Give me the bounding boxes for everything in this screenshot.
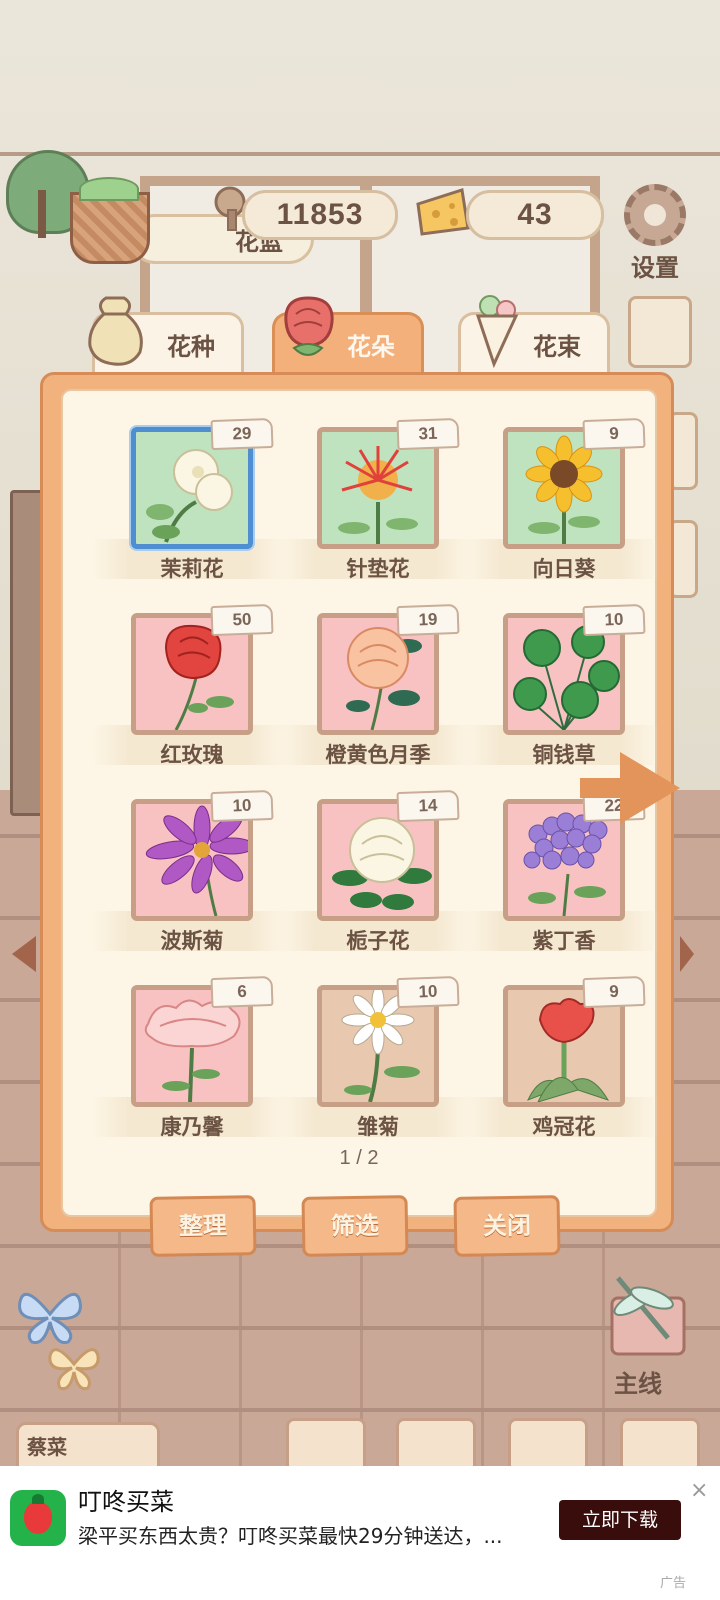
flower-name-label: 向日葵 <box>532 557 596 581</box>
flower-slot[interactable]: 19 橙黄色月季 <box>277 599 477 779</box>
flower-name-label: 栀子花 <box>346 929 410 953</box>
quest-paper-icon[interactable] <box>628 296 692 368</box>
seed-bag-icon <box>88 296 143 366</box>
flower-name-label: 橙黄色月季 <box>325 743 431 767</box>
basket-icon <box>70 177 150 264</box>
dock-recipe-label: 蔡菜 <box>27 1435 67 1459</box>
ad-download-button[interactable]: 立即下载 <box>559 1500 681 1540</box>
main-quest-button[interactable]: 主线 <box>598 1268 698 1398</box>
dock-basket-button[interactable] <box>508 1418 588 1471</box>
dock-trophy-button[interactable] <box>620 1418 700 1471</box>
cheese-counter: 43 <box>466 190 604 240</box>
flower-count-tag: 14 <box>396 789 460 823</box>
flower-name-label: 鸡冠花 <box>532 1115 596 1139</box>
tab-label: 花束 <box>533 333 581 361</box>
ad-marker: 广告 <box>660 1576 687 1591</box>
flower-count-tag: 10 <box>396 975 460 1009</box>
ad-close-icon[interactable]: × <box>690 1478 708 1503</box>
next-page-arrow-icon[interactable] <box>580 752 680 824</box>
yellow-butterfly-icon[interactable] <box>46 1338 102 1392</box>
tab-label: 花种 <box>167 333 215 361</box>
dock-shop-button[interactable] <box>396 1418 476 1471</box>
flower-count-tag: 10 <box>210 789 274 823</box>
flower-name-label: 雏菊 <box>357 1115 399 1139</box>
strawberry-icon <box>24 1494 52 1534</box>
flower-slot[interactable]: 6 康乃馨 <box>91 971 291 1151</box>
flower-count-tag: 19 <box>396 603 460 637</box>
flower-slot[interactable]: 10 波斯菊 <box>91 785 291 965</box>
settings-label: 设置 <box>631 254 679 282</box>
arrange-button[interactable]: 整理 <box>149 1195 257 1257</box>
flower-slot[interactable]: 10 雏菊 <box>277 971 477 1151</box>
flower-name-label: 茉莉花 <box>160 557 224 581</box>
filter-button[interactable]: 筛选 <box>301 1195 409 1257</box>
flower-count-tag: 31 <box>396 417 460 451</box>
flower-slot[interactable]: 31 针垫花 <box>277 413 477 593</box>
flower-name-label: 针垫花 <box>346 557 410 581</box>
ad-description: 梁平买东西太贵？叮咚买菜最快29分钟送达，... <box>78 1524 503 1548</box>
flower-count-tag: 29 <box>210 417 274 451</box>
page-indicator: 1 / 2 <box>339 1147 379 1169</box>
flower-count-tag: 9 <box>582 417 646 451</box>
room-right-arrow-icon[interactable] <box>680 936 694 972</box>
flower-slot[interactable]: 9 向日葵 <box>463 413 663 593</box>
flower-slot[interactable]: 9 鸡冠花 <box>463 971 663 1151</box>
blue-butterfly-icon[interactable] <box>14 1282 88 1346</box>
flower-slot[interactable]: 29 茉莉花 <box>91 413 291 593</box>
dragonfly-icon <box>610 1276 686 1356</box>
flower-count-tag: 50 <box>210 603 274 637</box>
cheese-icon <box>416 188 470 236</box>
room-left-arrow-icon[interactable] <box>12 936 36 972</box>
flower-name-label: 康乃馨 <box>160 1115 224 1139</box>
flower-count-tag: 6 <box>210 975 274 1009</box>
flower-slot[interactable]: 50 红玫瑰 <box>91 599 291 779</box>
dock-window-button[interactable] <box>286 1418 366 1471</box>
flower-name-label: 波斯菊 <box>160 929 224 953</box>
flower-count-tag: 9 <box>582 975 646 1009</box>
settings-button[interactable]: 设置 <box>620 184 690 284</box>
inventory-panel-inner: 29 茉莉花 31 针垫花 9 向日葵 50 红玫瑰 19 橙黄色月季 10 铜钱草 <box>61 389 659 1217</box>
ad-title: 叮咚买菜 <box>78 1488 174 1516</box>
close-button[interactable]: 关闭 <box>453 1195 561 1257</box>
ad-app-logo <box>10 1490 66 1546</box>
flower-count-tag: 10 <box>582 603 646 637</box>
rose-tab-icon <box>284 296 334 356</box>
gear-icon <box>624 184 686 246</box>
tree-trunk <box>38 190 46 238</box>
ad-banner[interactable]: 叮咚买菜 梁平买东西太贵？叮咚买菜最快29分钟送达，... 立即下载 × 广告 <box>0 1466 720 1600</box>
main-quest-label: 主线 <box>614 1370 662 1398</box>
dock-recipe-button[interactable]: 蔡菜 <box>16 1422 160 1470</box>
tab-label: 花朵 <box>347 333 395 361</box>
wall-rail <box>0 152 720 156</box>
flower-name-label: 红玫瑰 <box>160 743 224 767</box>
inventory-panel: 29 茉莉花 31 针垫花 9 向日葵 50 红玫瑰 19 橙黄色月季 10 铜钱草 <box>40 372 674 1232</box>
flower-slot[interactable]: 14 栀子花 <box>277 785 477 965</box>
flower-name-label: 紫丁香 <box>532 929 596 953</box>
coin-counter: 11853 <box>242 190 398 240</box>
bouquet-icon <box>475 295 519 369</box>
